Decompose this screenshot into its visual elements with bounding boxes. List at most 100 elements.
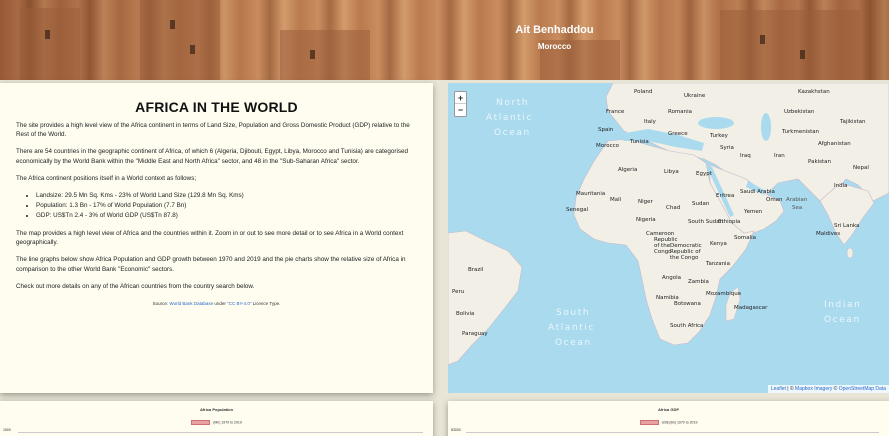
y-axis-tick: $3000 — [451, 428, 461, 432]
search-paragraph: Check out more details on any of the Afr… — [16, 282, 255, 290]
context-paragraph: The Africa continent positions itself in… — [16, 174, 197, 182]
country-label: France — [606, 109, 625, 115]
ocean-label: Ocean — [494, 128, 531, 138]
world-bank-link[interactable]: World Bank Database — [169, 301, 213, 306]
population-chart-panel: Africa Population (Mn) 1970 to 2019 1500 — [0, 401, 433, 436]
legend-label: US$ (Bn) 1970 to 2019 — [661, 420, 698, 425]
country-label: Morocco — [596, 143, 620, 149]
country-label: Turkey — [709, 133, 729, 139]
country-label: India — [834, 183, 848, 189]
attribution-sep: | © — [785, 386, 796, 392]
ocean-label: Atlantic — [486, 113, 533, 123]
population-chart-title: Africa Population — [199, 407, 234, 412]
country-label: Afghanistan — [818, 141, 851, 147]
country-label: Tunisia — [629, 139, 649, 145]
country-label: Botswana — [674, 301, 701, 307]
black-sea — [698, 117, 734, 129]
country-label: Mali — [610, 197, 622, 203]
country-label: Turkmenistan — [781, 129, 820, 135]
ocean-label: South — [556, 308, 590, 318]
sea-label: Arabian — [786, 197, 808, 203]
country-label: Iraq — [740, 153, 751, 159]
country-label: Somalia — [734, 235, 756, 241]
country-label: Egypt — [696, 171, 713, 177]
banner-title: Ait Benhaddou — [515, 24, 594, 36]
population-stat: Population: 1.3 Bn - 17% of World Popula… — [36, 201, 417, 211]
banner-window — [45, 30, 50, 39]
country-label: Poland — [634, 89, 652, 95]
stats-list: Landsize: 29.5 Mn Sq. Kms - 23% of World… — [36, 191, 417, 221]
gdp-stat: GDP: US$Tn 2.4 - 3% of World GDP (US$Tn … — [36, 211, 417, 221]
legend-swatch — [639, 420, 659, 425]
license-link[interactable]: "CC BY-4.0" — [227, 301, 251, 306]
graphs-paragraph: The line graphs below show Africa Popula… — [16, 256, 406, 273]
intro-panel: AFRICA IN THE WORLD The site provides a … — [0, 83, 433, 393]
country-label: Tajikistan — [839, 119, 866, 125]
zoom-in-button[interactable]: + — [455, 92, 466, 104]
banner-building-shape — [280, 30, 370, 80]
gdp-chart-title: Africa GDP — [657, 407, 680, 412]
country-label: Niger — [638, 199, 654, 205]
banner-window — [800, 50, 805, 59]
country-label: South Africa — [670, 323, 703, 329]
country-label: Eritrea — [716, 193, 734, 199]
africa-map[interactable]: North Atlantic Ocean South Atlantic Ocea… — [448, 83, 889, 393]
zoom-out-button[interactable]: − — [455, 104, 466, 116]
ocean-label: Atlantic — [548, 323, 595, 333]
banner-building-shape — [140, 0, 220, 80]
population-chart-legend[interactable]: (Mn) 1970 to 2019 — [0, 420, 433, 425]
banner-subtitle: Morocco — [537, 42, 572, 51]
legend-label: (Mn) 1970 to 2019 — [213, 420, 242, 425]
south-america-land — [448, 230, 523, 366]
country-label: Senegal — [566, 207, 589, 213]
country-label: Brazil — [468, 267, 484, 273]
zoom-control: + − — [454, 91, 467, 117]
osm-link[interactable]: OpenStreetMap Data — [839, 386, 886, 392]
country-label: Italy — [644, 119, 657, 125]
banner-building-shape — [20, 8, 80, 80]
country-label: Uzbekistan — [784, 109, 815, 115]
gdp-chart-legend[interactable]: US$ (Bn) 1970 to 2019 — [448, 420, 889, 425]
gdp-chart-panel: Africa GDP US$ (Bn) 1970 to 2019 $3000 — [448, 401, 889, 436]
map-canvas[interactable]: North Atlantic Ocean South Atlantic Ocea… — [448, 83, 889, 393]
ocean-label: North — [496, 98, 529, 108]
country-label: Mauritania — [576, 191, 605, 197]
country-label: Iran — [774, 153, 785, 159]
country-label: Mozambique — [706, 291, 742, 297]
country-label: Greece — [668, 131, 688, 137]
sea-label: Sea — [792, 205, 802, 211]
legend-swatch — [191, 420, 211, 425]
country-label: Nepal — [853, 165, 869, 171]
country-label: the Congo — [670, 255, 699, 261]
country-label: Kenya — [710, 241, 727, 247]
country-label: Libya — [664, 169, 679, 175]
country-label: Pakistan — [808, 159, 832, 165]
country-label: Romania — [668, 109, 692, 115]
map-paragraph: The map provides a high level view of Af… — [16, 230, 404, 247]
country-label: Yemen — [743, 209, 763, 215]
country-label: Zambia — [688, 279, 709, 285]
country-label: Bolivia — [456, 311, 474, 317]
country-label: Spain — [598, 127, 614, 133]
ocean-label: Indian — [824, 300, 861, 310]
source-line: Source: World Bank Database under "CC BY… — [16, 301, 417, 306]
countries-paragraph: There are 54 countries in the geographic… — [16, 148, 409, 165]
landsize-stat: Landsize: 29.5 Mn Sq. Kms - 23% of World… — [36, 191, 417, 201]
y-axis-tick: 1500 — [3, 428, 11, 432]
source-suffix: Licence Type. — [251, 301, 281, 307]
ocean-label: Ocean — [555, 338, 592, 348]
hero-banner: Ait Benhaddou Morocco — [0, 0, 889, 80]
leaflet-link[interactable]: Leaflet — [771, 386, 786, 392]
map-attribution: Leaflet | © Mapbox Imagery © OpenStreetM… — [767, 385, 889, 393]
mapbox-link[interactable]: Mapbox Imagery — [795, 386, 832, 392]
country-label: Chad — [666, 205, 680, 211]
country-label: Nigeria — [636, 217, 656, 223]
banner-window — [310, 50, 315, 59]
source-mid: under — [213, 301, 228, 307]
gridline — [466, 432, 879, 433]
caspian-sea — [761, 113, 771, 141]
country-label: Peru — [452, 289, 464, 295]
ocean-label: Ocean — [824, 315, 861, 325]
country-label: Oman — [766, 197, 783, 203]
source-prefix: Source: — [152, 301, 170, 307]
